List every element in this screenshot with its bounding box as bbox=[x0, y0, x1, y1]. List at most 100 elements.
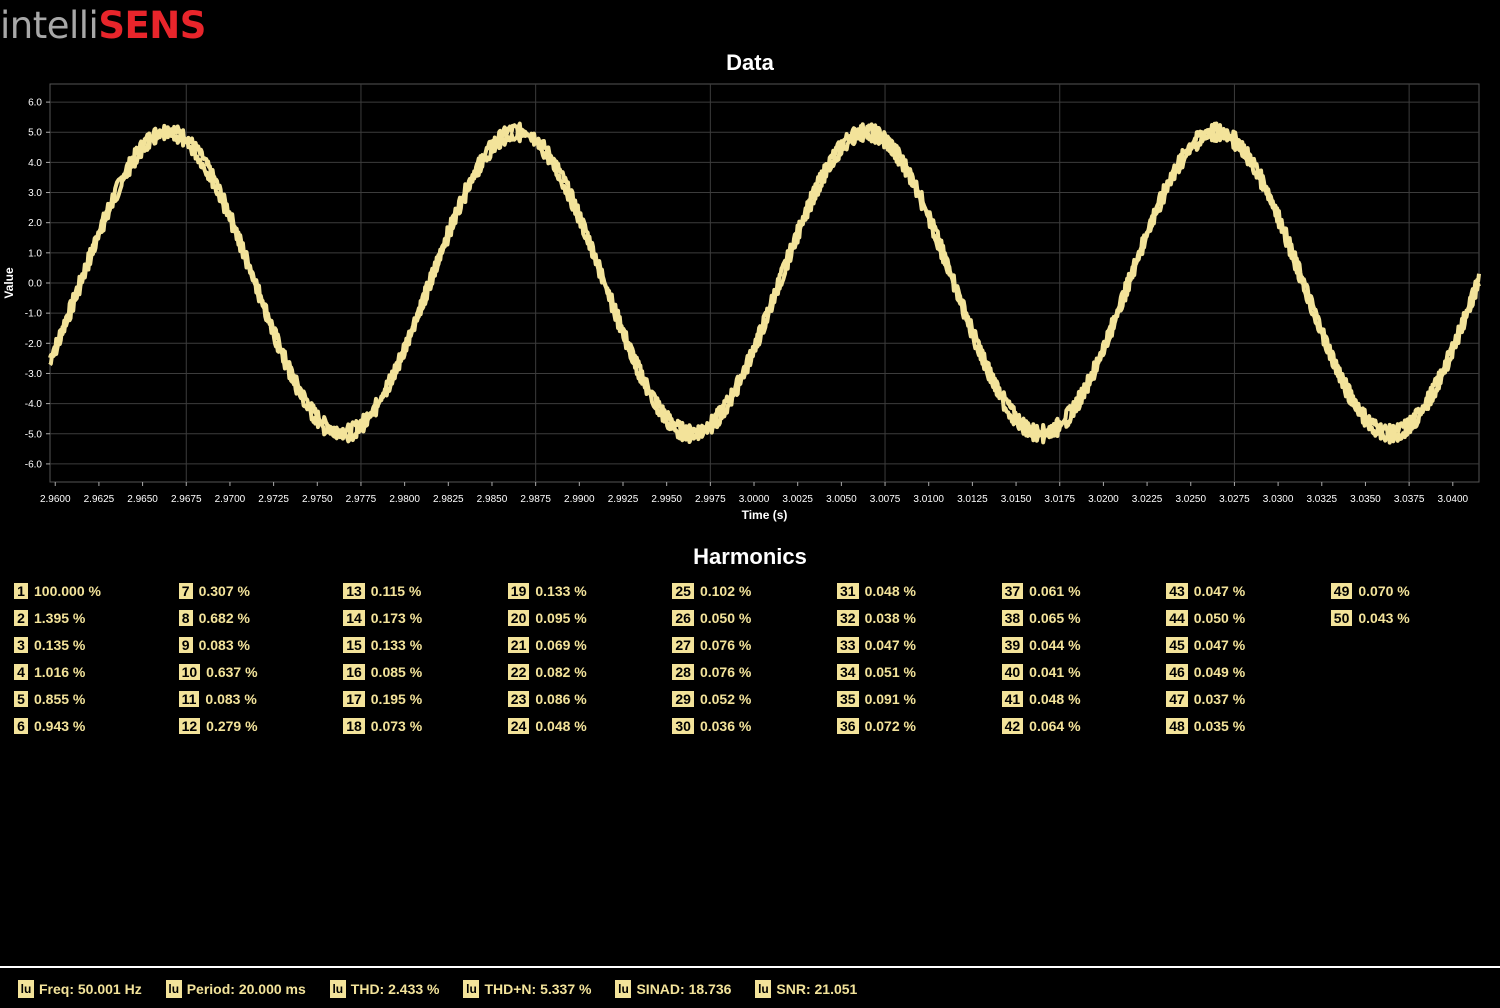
harmonic-item: 33 0.047 % bbox=[837, 636, 916, 654]
harmonic-number-badge: 33 bbox=[837, 637, 859, 653]
meter-icon: lu bbox=[755, 980, 772, 998]
x-tick-label: 2.9900 bbox=[564, 494, 595, 505]
harmonic-value: 0.065 % bbox=[1029, 610, 1081, 626]
harmonic-number-badge: 21 bbox=[507, 637, 530, 653]
harmonic-number-badge: 10 bbox=[178, 664, 201, 680]
harmonic-number-badge: 35 bbox=[837, 691, 859, 707]
harmonic-number-badge: 22 bbox=[507, 664, 530, 680]
harmonics-title: Harmonics bbox=[693, 544, 807, 569]
harmonic-number-badge: 15 bbox=[343, 637, 365, 653]
y-axis-label: Value bbox=[2, 267, 16, 299]
harmonic-number-badge: 20 bbox=[507, 610, 530, 626]
harmonic-number-badge: 46 bbox=[1166, 664, 1188, 680]
harmonic-number-badge: 16 bbox=[343, 664, 365, 680]
harmonic-item: 35 0.091 % bbox=[837, 690, 916, 708]
harmonic-item: 39 0.044 % bbox=[1001, 636, 1081, 654]
harmonic-number-badge: 38 bbox=[1001, 610, 1024, 626]
x-tick-label: 3.0000 bbox=[739, 494, 770, 505]
harmonic-value: 0.133 % bbox=[370, 637, 423, 653]
harmonic-number-badge: 44 bbox=[1166, 610, 1188, 626]
harmonic-value: 0.047 % bbox=[1193, 583, 1246, 599]
harmonic-item: 1 100.000 % bbox=[14, 582, 101, 600]
harmonic-number-badge: 49 bbox=[1330, 583, 1353, 599]
harmonic-value: 100.000 % bbox=[34, 583, 101, 599]
harmonic-value: 0.035 % bbox=[1193, 718, 1246, 734]
harmonic-item: 15 0.133 % bbox=[343, 636, 422, 654]
harmonic-value: 0.279 % bbox=[206, 718, 258, 734]
harmonic-value: 0.083 % bbox=[198, 637, 250, 653]
harmonic-number-badge: 30 bbox=[672, 718, 694, 734]
x-tick-label: 2.9875 bbox=[520, 494, 551, 505]
stat-period: lu Period: 20.000 ms bbox=[165, 980, 306, 998]
harmonic-item: 6 0.943 % bbox=[14, 717, 85, 735]
harmonic-item: 21 0.069 % bbox=[507, 636, 587, 654]
harmonic-item: 25 0.102 % bbox=[672, 582, 751, 600]
harmonic-item: 31 0.048 % bbox=[837, 582, 916, 600]
harmonic-value: 0.102 % bbox=[699, 583, 752, 599]
stat-text: Period: 20.000 ms bbox=[186, 981, 306, 997]
x-tick-label: 3.0050 bbox=[826, 494, 857, 505]
harmonic-item: 19 0.133 % bbox=[507, 582, 587, 600]
harmonic-item: 3 0.135 % bbox=[14, 636, 85, 654]
harmonic-item: 13 0.115 % bbox=[343, 582, 421, 600]
meter-icon: lu bbox=[463, 980, 480, 998]
harmonic-number-badge: 27 bbox=[672, 637, 694, 653]
harmonic-value: 0.048 % bbox=[535, 718, 587, 734]
harmonic-item: 37 0.061 % bbox=[1001, 582, 1081, 600]
meter-icon: lu bbox=[165, 980, 182, 998]
harmonic-value: 0.855 % bbox=[34, 691, 86, 707]
harmonic-number-badge: 45 bbox=[1166, 637, 1188, 653]
x-tick-label: 3.0250 bbox=[1175, 494, 1206, 505]
harmonic-number-badge: 42 bbox=[1001, 718, 1024, 734]
harmonic-number-badge: 39 bbox=[1001, 637, 1024, 653]
y-tick-label: 6.0 bbox=[28, 98, 42, 109]
stat-text: SNR: 21.051 bbox=[776, 981, 858, 997]
harmonic-item: 41 0.048 % bbox=[1001, 690, 1081, 708]
harmonic-number-badge: 11 bbox=[178, 691, 200, 707]
harmonic-item: 44 0.050 % bbox=[1166, 609, 1245, 627]
x-tick-label: 2.9750 bbox=[302, 494, 333, 505]
stat-snr: lu SNR: 21.051 bbox=[755, 980, 857, 998]
x-tick-label: 3.0150 bbox=[1001, 494, 1032, 505]
logo-text-sens: SENS bbox=[98, 4, 206, 47]
harmonic-value: 0.115 % bbox=[370, 583, 422, 599]
harmonic-number-badge: 24 bbox=[507, 718, 530, 734]
harmonic-value: 0.048 % bbox=[1029, 691, 1081, 707]
harmonic-number-badge: 12 bbox=[178, 718, 201, 734]
x-tick-label: 2.9725 bbox=[258, 494, 289, 505]
y-tick-label: -3.0 bbox=[25, 369, 43, 380]
x-tick-label: 3.0225 bbox=[1132, 494, 1163, 505]
stat-text: Freq: 50.001 Hz bbox=[39, 981, 142, 997]
harmonic-item: 49 0.070 % bbox=[1330, 582, 1410, 600]
harmonic-value: 0.064 % bbox=[1029, 718, 1081, 734]
harmonic-number-badge: 37 bbox=[1001, 583, 1024, 599]
harmonic-number-badge: 17 bbox=[343, 691, 365, 707]
stat-sinad: lu SINAD: 18.736 bbox=[615, 980, 731, 998]
harmonic-value: 0.047 % bbox=[864, 637, 916, 653]
harmonic-item: 42 0.064 % bbox=[1001, 717, 1081, 735]
harmonic-item: 16 0.085 % bbox=[343, 663, 422, 681]
harmonic-value: 0.091 % bbox=[864, 691, 916, 707]
harmonic-item: 48 0.035 % bbox=[1166, 717, 1245, 735]
waveform-chart: 6.0 5.0 4.0 3.0 2.0 1.0 0.0 -1.0 -2.0 -3.0 -4.0 -5.… bbox=[2, 83, 1481, 522]
harmonic-number-badge: 14 bbox=[343, 610, 365, 626]
harmonic-number-badge: 34 bbox=[837, 664, 859, 680]
harmonic-item: 27 0.076 % bbox=[672, 636, 751, 654]
harmonic-value: 0.195 % bbox=[370, 691, 423, 707]
harmonic-item: 12 0.279 % bbox=[178, 717, 258, 735]
harmonic-item: 10 0.637 % bbox=[178, 663, 258, 681]
harmonic-item: 30 0.036 % bbox=[672, 717, 751, 735]
harmonic-value: 0.082 % bbox=[535, 664, 587, 680]
harmonic-item: 38 0.065 % bbox=[1001, 609, 1081, 627]
y-tick-label: 5.0 bbox=[28, 128, 42, 139]
harmonic-number-badge: 47 bbox=[1166, 691, 1188, 707]
harmonic-item: 8 0.682 % bbox=[178, 609, 250, 627]
harmonic-value: 0.050 % bbox=[699, 610, 752, 626]
harmonic-value: 0.095 % bbox=[535, 610, 587, 626]
harmonic-item: 34 0.051 % bbox=[837, 663, 916, 681]
x-tick-label: 2.9700 bbox=[215, 494, 246, 505]
harmonic-item: 32 0.038 % bbox=[837, 609, 916, 627]
harmonic-value: 0.037 % bbox=[1193, 691, 1246, 707]
harmonic-number-badge: 13 bbox=[343, 583, 365, 599]
x-tick-label: 2.9975 bbox=[695, 494, 726, 505]
